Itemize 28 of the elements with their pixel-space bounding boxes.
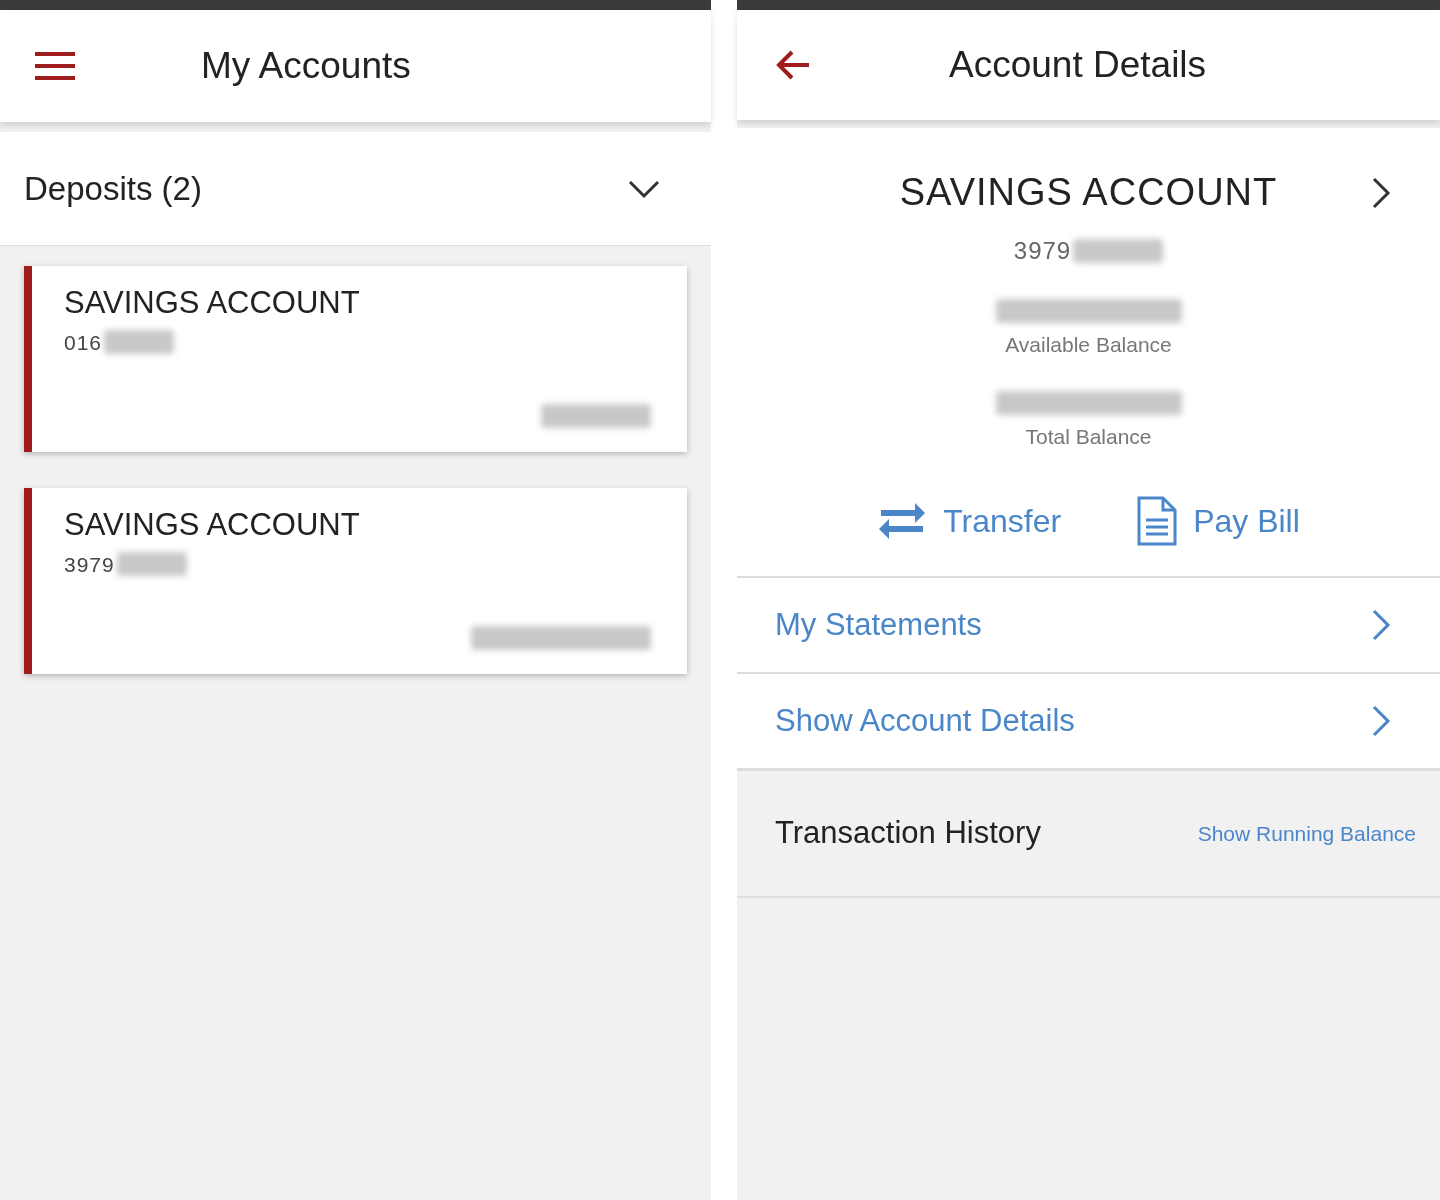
screen-title: Account Details [949, 43, 1207, 88]
blurred-amount [116, 552, 187, 577]
menu-row[interactable]: My Statements [737, 576, 1440, 672]
blurred-amount [104, 330, 175, 355]
account-card[interactable]: SAVINGS ACCOUNT 016 [24, 266, 687, 452]
running-balance-link[interactable]: Show Running Balance [1197, 817, 1416, 850]
screen-title: My Accounts [201, 44, 411, 89]
account-name: SAVINGS ACCOUNT [899, 170, 1278, 215]
chevron-icon [1370, 704, 1392, 738]
transfer-icon [877, 502, 928, 540]
deposits-group[interactable]: Deposits (2) [0, 132, 711, 246]
balance-label: Total Balance [1025, 423, 1152, 450]
back-arrow-icon[interactable] [775, 49, 811, 81]
action-button[interactable]: Pay Bill [1137, 496, 1300, 546]
document-icon [1137, 496, 1178, 546]
balance-label: Available Balance [1005, 332, 1172, 358]
action-button[interactable]: Transfer [877, 496, 1062, 546]
section-title: Transaction History [775, 814, 1041, 853]
chevron-icon [1370, 608, 1392, 642]
account-name: SAVINGS ACCOUNT [64, 284, 361, 322]
account-name: SAVINGS ACCOUNT [64, 506, 361, 544]
menu-icon[interactable] [35, 51, 75, 81]
account-number: 3979 [64, 551, 115, 578]
account-number: 3979 [1013, 236, 1072, 266]
account-card[interactable]: SAVINGS ACCOUNT 3979 [24, 488, 687, 674]
account-number: 016 [64, 329, 103, 356]
chevron-icon [1370, 176, 1392, 210]
menu-row[interactable]: Show Account Details [737, 672, 1440, 768]
